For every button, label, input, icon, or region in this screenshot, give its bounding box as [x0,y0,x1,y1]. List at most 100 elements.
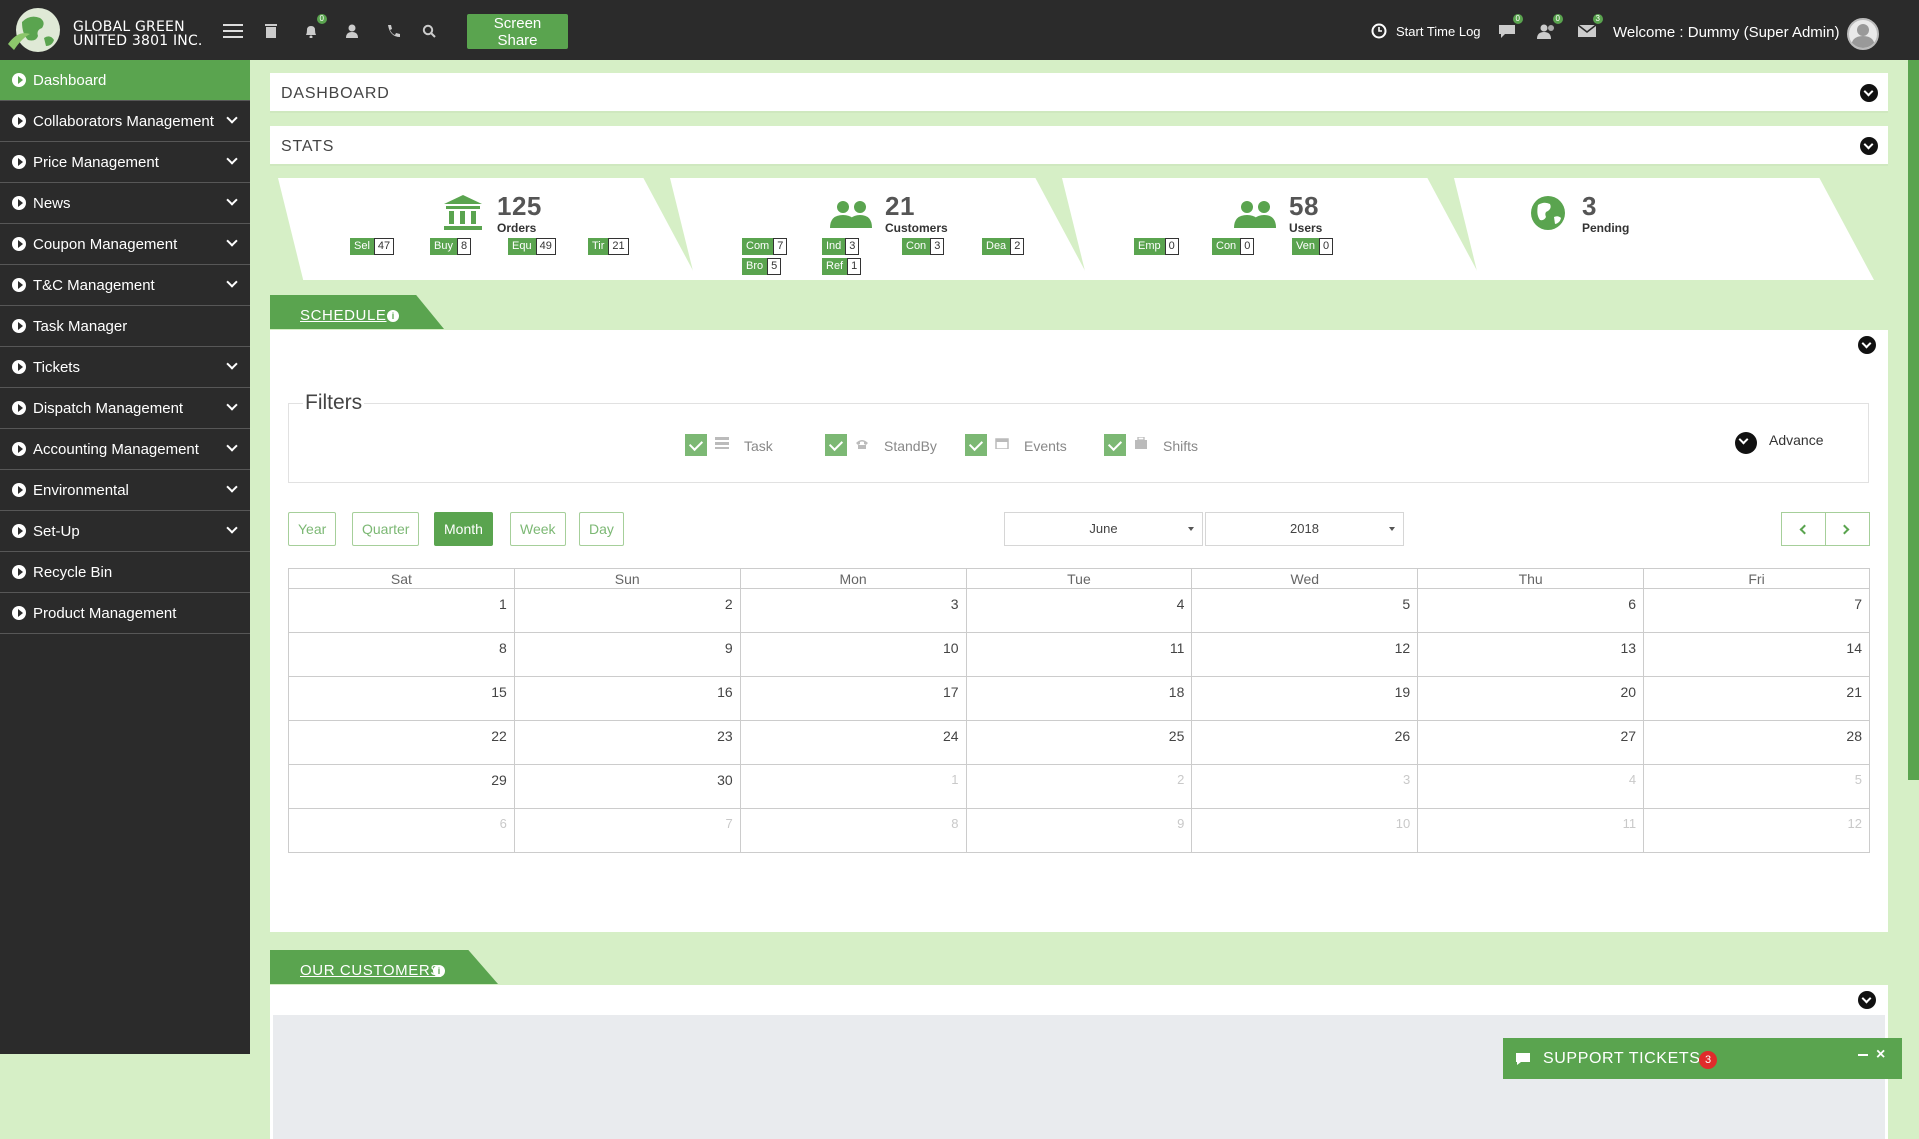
calendar-day-cell-other-month[interactable]: 9 [965,808,1193,853]
info-icon[interactable]: i [433,965,445,977]
collapse-chevron-icon[interactable] [1860,137,1878,155]
calendar-day-cell[interactable]: 18 [965,676,1193,721]
calendar-day-cell[interactable]: 5 [1191,588,1419,633]
calendar-day-cell-other-month[interactable]: 10 [1191,808,1419,853]
calendar-day-cell-other-month[interactable]: 3 [1191,764,1419,809]
prev-month-button[interactable] [1781,512,1826,546]
week-view-button[interactable]: Week [510,512,566,546]
calendar-day-cell[interactable]: 9 [513,632,741,677]
year-view-button[interactable]: Year [288,512,337,546]
sidebar-item-dashboard[interactable]: Dashboard [0,60,250,101]
calendar-day-cell[interactable]: 25 [965,720,1193,765]
calendar-day-cell[interactable]: 12 [1191,632,1419,677]
search-icon[interactable] [416,18,442,44]
calendar-day-cell[interactable]: 20 [1417,676,1645,721]
calendar-day-cell[interactable]: 24 [739,720,967,765]
clock-icon[interactable] [1366,18,1392,44]
sidebar-item-task-manager[interactable]: Task Manager [0,306,250,347]
calendar-day-cell-other-month[interactable]: 11 [1417,808,1645,853]
calendar-day-cell[interactable]: 14 [1643,632,1870,677]
users-group-icon[interactable]: 0 [1534,14,1563,44]
schedule-tab[interactable]: SCHEDULE i [270,295,444,329]
calendar-day-cell[interactable]: 21 [1643,676,1870,721]
page-scrollbar[interactable] [1908,60,1919,780]
advance-toggle[interactable]: Advance [1769,432,1823,448]
bell-icon[interactable]: 0 [298,14,327,44]
calendar-day-cell-other-month[interactable]: 5 [1643,764,1870,809]
calendar-day-cell-other-month[interactable]: 6 [288,808,515,853]
sidebar-item-accounting-management[interactable]: Accounting Management [0,429,250,470]
start-time-log-link[interactable]: Start Time Log [1396,24,1481,39]
quarter-view-button[interactable]: Quarter [352,512,420,546]
calendar-day-cell[interactable]: 19 [1191,676,1419,721]
sidebar-item-coupon-management[interactable]: Coupon Management [0,224,250,265]
hamburger-menu-icon[interactable] [220,18,246,44]
phone-icon[interactable] [380,18,406,44]
calendar-day-cell[interactable]: 26 [1191,720,1419,765]
calendar-day-cell[interactable]: 22 [288,720,515,765]
calendar-day-cell[interactable]: 27 [1417,720,1645,765]
calendar-day-cell-other-month[interactable]: 7 [513,808,741,853]
user-icon[interactable] [339,18,365,44]
sidebar-item-news[interactable]: News [0,183,250,224]
calendar-day-cell[interactable]: 10 [739,632,967,677]
sidebar-item-price-management[interactable]: Price Management [0,142,250,183]
globe-logo[interactable] [4,4,68,56]
calendar-day-cell[interactable]: 4 [965,588,1193,633]
month-view-button[interactable]: Month [434,512,493,546]
calendar-day-cell[interactable]: 23 [513,720,741,765]
calendar-day-cell[interactable]: 3 [739,588,967,633]
calendar-day-cell[interactable]: 16 [513,676,741,721]
sidebar-item-recycle-bin[interactable]: Recycle Bin [0,552,250,593]
advance-chevron-icon[interactable] [1735,432,1757,454]
standby-filter-checkbox[interactable] [825,434,847,456]
our-customers-tab[interactable]: OUR CUSTOMERS i [270,950,498,984]
sidebar-item-product-management[interactable]: Product Management [0,593,250,634]
chat-icon[interactable]: 0 [1494,14,1523,44]
screen-share-button[interactable]: Screen Share [467,14,568,49]
shifts-filter-checkbox[interactable] [1104,434,1126,456]
calendar-day-cell[interactable]: 30 [513,764,741,809]
month-select[interactable]: June [1004,512,1203,546]
task-filter-checkbox[interactable] [685,434,707,456]
day-view-button[interactable]: Day [579,512,624,546]
calendar-day-cell[interactable]: 8 [288,632,515,677]
calendar-day-cell-other-month[interactable]: 12 [1643,808,1870,853]
support-tickets-widget[interactable]: SUPPORT TICKETS 3 × [1503,1038,1902,1079]
sidebar-item-environmental[interactable]: Environmental [0,470,250,511]
pending-count: 3 [1582,191,1597,221]
calendar-day-cell-other-month[interactable]: 2 [965,764,1193,809]
calendar-day-cell-other-month[interactable]: 8 [739,808,967,853]
our-customers-title[interactable]: OUR CUSTOMERS [300,962,441,979]
calendar-day-cell[interactable]: 13 [1417,632,1645,677]
calendar-day-cell[interactable]: 2 [513,588,741,633]
sidebar-item-set-up[interactable]: Set-Up [0,511,250,552]
info-icon[interactable]: i [387,310,399,322]
calendar-day-cell[interactable]: 15 [288,676,515,721]
collapse-chevron-icon[interactable] [1860,84,1878,102]
collapse-chevron-icon[interactable] [1858,991,1876,1009]
calendar-day-cell[interactable]: 17 [739,676,967,721]
calendar-day-cell-other-month[interactable]: 1 [739,764,967,809]
calendar-day-cell[interactable]: 6 [1417,588,1645,633]
schedule-title[interactable]: SCHEDULE [300,307,387,324]
calendar-day-cell[interactable]: 29 [288,764,515,809]
calendar-day-cell[interactable]: 1 [288,588,515,633]
minimize-icon[interactable] [1858,1054,1868,1056]
close-icon[interactable]: × [1876,1046,1885,1064]
sidebar-item-dispatch-management[interactable]: Dispatch Management [0,388,250,429]
calendar-day-cell[interactable]: 28 [1643,720,1870,765]
trash-icon[interactable] [258,18,284,44]
events-filter-checkbox[interactable] [965,434,987,456]
year-select[interactable]: 2018 [1205,512,1404,546]
sidebar-item-collaborators-management[interactable]: Collaborators Management [0,101,250,142]
envelope-icon[interactable]: 3 [1574,14,1603,44]
sidebar-item-tc-management[interactable]: T&C Management [0,265,250,306]
avatar[interactable] [1847,18,1879,50]
calendar-day-cell[interactable]: 7 [1643,588,1870,633]
next-month-button[interactable] [1825,512,1870,546]
sidebar-item-tickets[interactable]: Tickets [0,347,250,388]
calendar-day-cell-other-month[interactable]: 4 [1417,764,1645,809]
calendar-day-cell[interactable]: 11 [965,632,1193,677]
collapse-chevron-icon[interactable] [1858,336,1876,354]
